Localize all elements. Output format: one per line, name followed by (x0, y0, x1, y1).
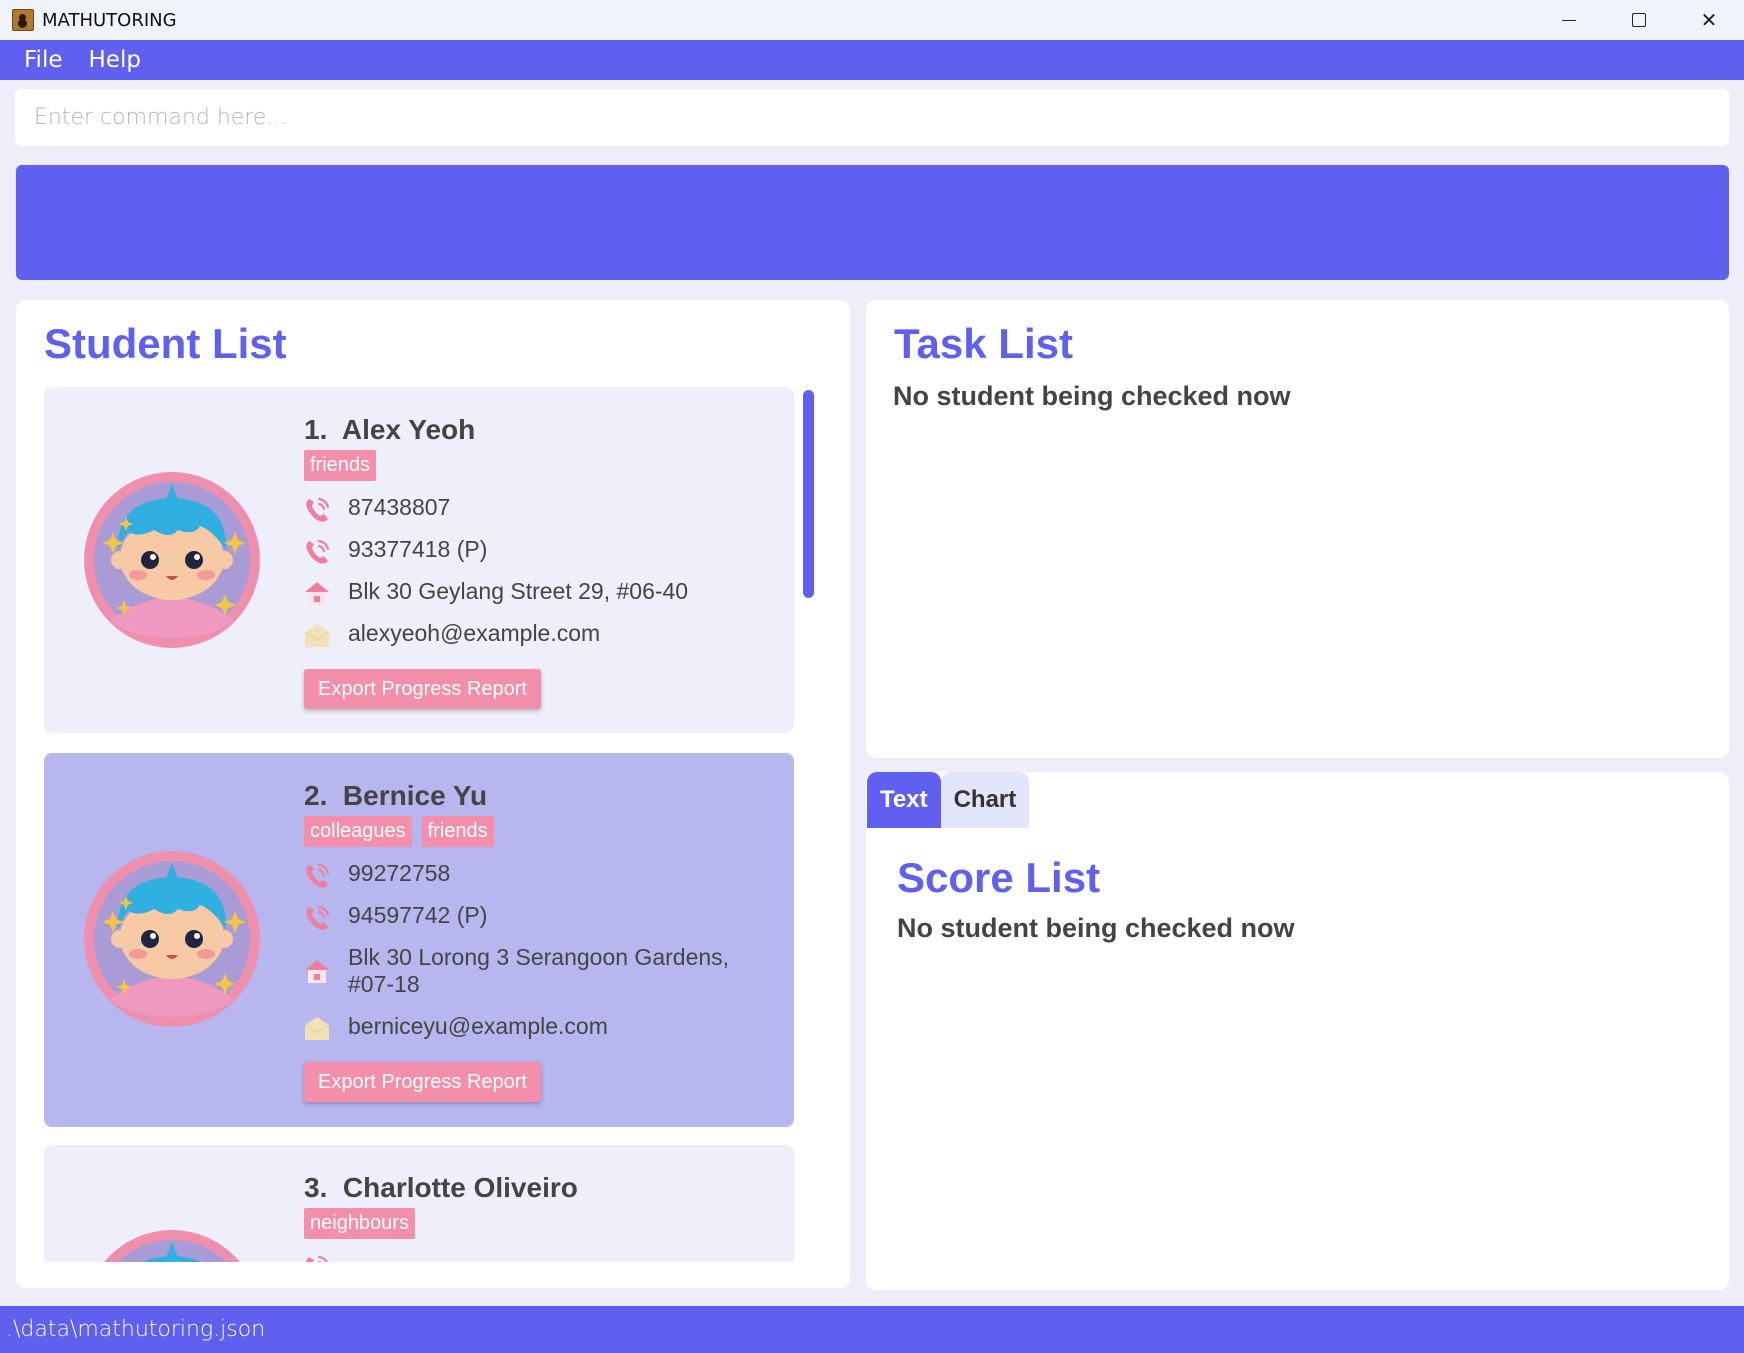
phone-row (302, 1252, 348, 1262)
student-index: 2. (304, 780, 328, 811)
score-panel: Score List No student being checked now (866, 772, 1729, 1290)
address-line: #07-18 (348, 971, 420, 997)
mail-icon (304, 623, 330, 648)
address-row: Blk 30 Geylang Street 29, #06-40 (302, 578, 688, 608)
tag-list: neighbours (304, 1208, 415, 1239)
tag: friends (304, 450, 377, 481)
address-row: Blk 30 Lorong 3 Serangoon Gardens, #07-1… (302, 944, 729, 998)
mail-icon (304, 1016, 330, 1041)
phone-text: 99272758 (348, 860, 451, 886)
app-icon (12, 9, 34, 31)
maximize-button[interactable] (1604, 0, 1674, 40)
phone-icon (305, 497, 330, 523)
phone-row: 87438807 (302, 494, 450, 524)
task-list-message: No student being checked now (893, 381, 1291, 411)
phone-row: 99272758 (302, 860, 450, 890)
export-progress-report-button[interactable]: Export Progress Report (304, 1062, 541, 1102)
home-icon (305, 582, 329, 605)
avatar (84, 1230, 260, 1262)
address-text: Blk 30 Lorong 3 Serangoon Gardens, #07-1… (348, 944, 729, 998)
close-icon: ✕ (1700, 8, 1718, 32)
phone-icon (305, 863, 330, 889)
task-list-title: Task List (894, 320, 1073, 367)
student-name: 1. Alex Yeoh (304, 414, 475, 446)
minimize-icon (1562, 19, 1576, 21)
phone-text: 87438807 (348, 494, 451, 520)
parent-phone-row: 94597742 (P) (302, 902, 487, 932)
student-card[interactable]: 1. Alex Yeoh friends 87438807 93377418 (… (44, 387, 794, 733)
status-bar: .\data\mathutoring.json (0, 1306, 1744, 1353)
student-list[interactable]: 1. Alex Yeoh friends 87438807 93377418 (… (44, 387, 794, 1262)
avatar (84, 851, 260, 1027)
tag: neighbours (304, 1208, 415, 1239)
student-list-scrollbar[interactable] (803, 390, 814, 598)
student-name: 3. Charlotte Oliveiro (304, 1172, 578, 1204)
address-line: Blk 30 Lorong 3 Serangoon Gardens, (348, 944, 730, 970)
student-index: 3. (304, 1172, 328, 1203)
student-card[interactable]: 3. Charlotte Oliveiro neighbours (44, 1145, 794, 1262)
phone-icon (305, 1255, 330, 1262)
menu-bar: File Help (0, 40, 1744, 80)
home-icon (305, 960, 329, 983)
parent-phone-row: 93377418 (P) (302, 536, 487, 566)
tab-text[interactable]: Text (867, 772, 941, 828)
student-name-text: Charlotte Oliveiro (342, 1172, 578, 1203)
window-controls: ✕ (1534, 0, 1744, 40)
command-input[interactable] (15, 89, 1729, 146)
result-display (16, 165, 1729, 280)
window-title: MATHUTORING (42, 9, 177, 31)
close-button[interactable]: ✕ (1674, 0, 1744, 40)
tab-chart[interactable]: Chart (940, 772, 1030, 828)
student-name: 2. Bernice Yu (304, 780, 487, 812)
tag: colleagues (304, 816, 412, 847)
student-name-text: Bernice Yu (342, 780, 488, 811)
phone-icon (305, 905, 330, 931)
score-list-title: Score List (897, 854, 1101, 901)
email-text: berniceyu@example.com (348, 1013, 608, 1039)
save-file-path: .\data\mathutoring.json (6, 1317, 266, 1342)
email-text: alexyeoh@example.com (348, 620, 601, 646)
parent-phone-text: 93377418 (P) (348, 536, 488, 562)
menu-file[interactable]: File (24, 47, 63, 73)
tag-list: friends (304, 450, 377, 481)
minimize-button[interactable] (1534, 0, 1604, 40)
student-name-text: Alex Yeoh (341, 414, 476, 445)
student-list-title: Student List (44, 320, 287, 367)
tag-list: colleagues friends (304, 816, 494, 847)
tag: friends (421, 816, 494, 847)
task-list-panel: Task List No student being checked now (866, 300, 1729, 758)
title-bar: MATHUTORING ✕ (0, 0, 1744, 40)
phone-icon (305, 539, 330, 565)
score-tabs: Text Chart (867, 772, 1030, 828)
score-list-message: No student being checked now (897, 913, 1295, 943)
student-index: 1. (304, 414, 328, 445)
parent-phone-text: 94597742 (P) (348, 902, 488, 928)
email-row: berniceyu@example.com (302, 1013, 608, 1043)
maximize-icon (1632, 13, 1646, 27)
export-progress-report-button[interactable]: Export Progress Report (304, 669, 541, 709)
email-row: alexyeoh@example.com (302, 620, 600, 650)
menu-help[interactable]: Help (89, 47, 141, 73)
student-card[interactable]: 2. Bernice Yu colleagues friends 9927275… (44, 753, 794, 1127)
address-text: Blk 30 Geylang Street 29, #06-40 (348, 578, 689, 604)
avatar (84, 472, 260, 648)
